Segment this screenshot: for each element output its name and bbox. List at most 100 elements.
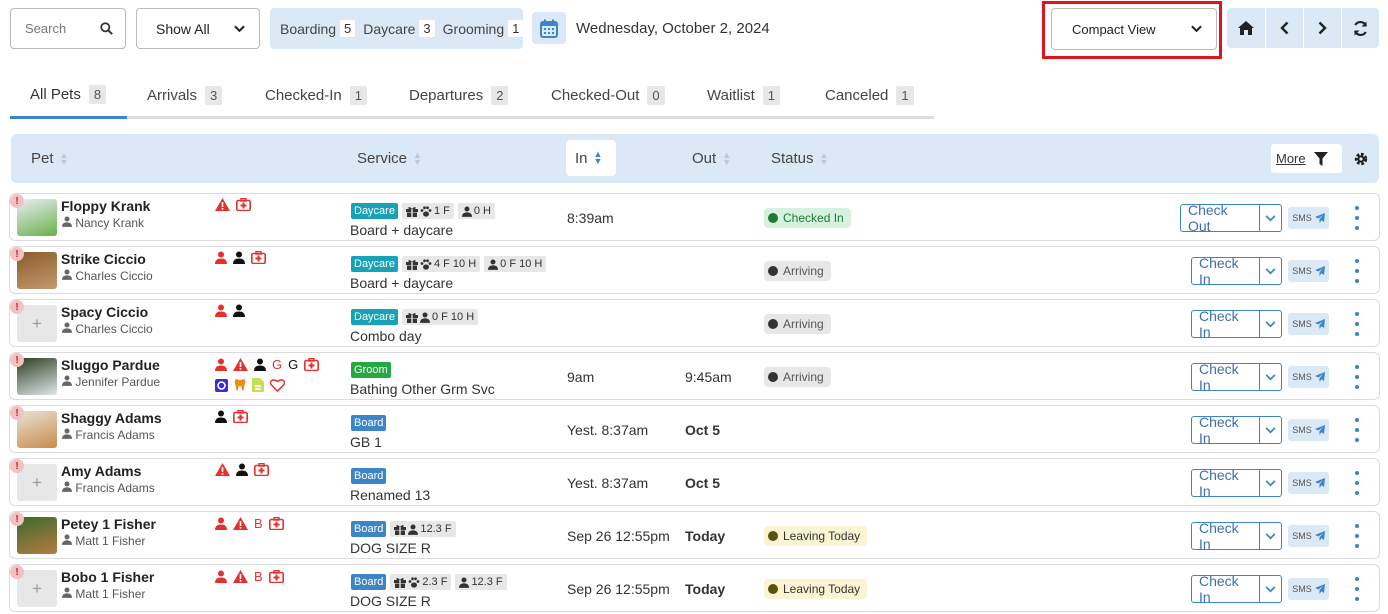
- column-in[interactable]: In ▲ ▼: [566, 140, 616, 176]
- alert-icon[interactable]: !: [10, 565, 24, 579]
- pet-name[interactable]: Petey 1 Fisher: [61, 516, 156, 532]
- table-row: + ! Spacy Ciccio Charles Ciccio Daycare 0…: [9, 299, 1380, 347]
- action-dropdown[interactable]: [1259, 523, 1281, 549]
- alert-icon[interactable]: !: [10, 353, 24, 367]
- sms-button[interactable]: SMS: [1288, 578, 1329, 600]
- alert-icon[interactable]: !: [10, 300, 24, 314]
- column-service[interactable]: Service ▲ ▼: [357, 134, 422, 183]
- more-filter-button[interactable]: More: [1271, 144, 1342, 173]
- check-action-button[interactable]: Check In: [1191, 414, 1282, 446]
- home-button[interactable]: [1227, 8, 1265, 48]
- pet-flags: [215, 304, 245, 317]
- tab-canceled[interactable]: Canceled 1: [825, 72, 914, 119]
- sms-button[interactable]: SMS: [1288, 207, 1329, 229]
- pet-name[interactable]: Strike Ciccio: [61, 251, 146, 267]
- gift-icon: [405, 259, 418, 270]
- pet-name[interactable]: Amy Adams: [61, 463, 141, 479]
- person-icon: [459, 577, 470, 588]
- sms-button[interactable]: SMS: [1288, 525, 1329, 547]
- tab-waitlist[interactable]: Waitlist 1: [707, 72, 781, 119]
- service-name: Renamed 13: [350, 487, 431, 503]
- check-action-button[interactable]: Check In: [1191, 573, 1282, 605]
- row-menu-kebab-icon[interactable]: [1352, 363, 1362, 391]
- owner-name[interactable]: Matt 1 Fisher: [62, 534, 145, 548]
- pet-name[interactable]: Floppy Krank: [61, 198, 150, 214]
- tab-checked-in[interactable]: Checked-In 1: [265, 72, 367, 119]
- check-action-button[interactable]: Check In: [1191, 467, 1282, 499]
- tab-checked-out[interactable]: Checked-Out 0: [551, 72, 665, 119]
- sms-button[interactable]: SMS: [1288, 260, 1329, 282]
- owner-name[interactable]: Matt 1 Fisher: [62, 587, 145, 601]
- show-all-select[interactable]: Show All: [136, 8, 260, 49]
- sms-button[interactable]: SMS: [1288, 313, 1329, 335]
- service-type-badge: Daycare: [351, 203, 398, 219]
- alert-icon[interactable]: !: [10, 194, 24, 208]
- row-menu-kebab-icon[interactable]: [1352, 310, 1362, 338]
- sms-button[interactable]: SMS: [1288, 472, 1329, 494]
- in-time: 9am: [567, 369, 595, 385]
- search-icon[interactable]: [100, 22, 113, 35]
- service-tags: Groom: [351, 362, 391, 378]
- settings-gear-icon[interactable]: [1354, 152, 1368, 166]
- search-input[interactable]: Search: [10, 8, 126, 49]
- chevron-left-icon: [1280, 21, 1289, 35]
- filter-icon: [1313, 151, 1328, 166]
- service-chip: 0 F 10 H: [484, 256, 547, 272]
- paw-icon: [420, 258, 432, 270]
- chevron-down-icon: [1265, 585, 1276, 592]
- action-dropdown[interactable]: [1259, 258, 1281, 284]
- action-dropdown[interactable]: [1259, 470, 1281, 496]
- tab-all-pets[interactable]: All Pets 8: [10, 72, 127, 119]
- owner-name[interactable]: Francis Adams: [62, 428, 155, 442]
- tab-departures[interactable]: Departures 2: [409, 72, 509, 119]
- column-pet[interactable]: Pet ▲ ▼: [31, 134, 68, 183]
- check-action-button[interactable]: Check In: [1191, 308, 1282, 340]
- column-out[interactable]: Out ▲ ▼: [692, 134, 731, 183]
- home-icon: [1238, 21, 1254, 35]
- sms-button[interactable]: SMS: [1288, 419, 1329, 441]
- sms-button[interactable]: SMS: [1288, 366, 1329, 388]
- row-menu-kebab-icon[interactable]: [1352, 575, 1362, 603]
- pet-name[interactable]: Spacy Ciccio: [61, 304, 148, 320]
- tab-label: Departures: [409, 87, 484, 104]
- check-action-button[interactable]: Check In: [1191, 361, 1282, 393]
- row-menu-kebab-icon[interactable]: [1352, 469, 1362, 497]
- alert-icon[interactable]: !: [10, 247, 24, 261]
- row-menu-kebab-icon[interactable]: [1352, 204, 1362, 232]
- check-action-button[interactable]: Check In: [1191, 255, 1282, 287]
- action-dropdown[interactable]: [1259, 311, 1281, 337]
- status-badge: Checked In: [764, 208, 851, 228]
- pet-name[interactable]: Sluggo Pardue: [61, 357, 160, 373]
- tab-arrivals[interactable]: Arrivals 3: [147, 72, 223, 119]
- owner-name[interactable]: Charles Ciccio: [62, 269, 153, 283]
- action-dropdown[interactable]: [1259, 364, 1281, 390]
- owner-name[interactable]: Nancy Krank: [62, 216, 144, 230]
- sms-label: SMS: [1292, 266, 1312, 276]
- alert-icon[interactable]: !: [10, 406, 24, 420]
- alert-icon[interactable]: !: [10, 512, 24, 526]
- action-dropdown[interactable]: [1259, 576, 1281, 602]
- status-badge: Arriving: [764, 367, 831, 387]
- pet-flags: [215, 463, 269, 476]
- check-action-button[interactable]: Check Out: [1180, 202, 1282, 234]
- row-menu-kebab-icon[interactable]: [1352, 416, 1362, 444]
- action-dropdown[interactable]: [1259, 417, 1281, 443]
- owner-name[interactable]: Francis Adams: [62, 481, 155, 495]
- table-row: ! Shaggy Adams Francis Adams Board GB 1 …: [9, 405, 1380, 453]
- owner-name[interactable]: Jennifer Pardue: [62, 375, 160, 389]
- chevron-down-icon: [1265, 320, 1276, 327]
- row-menu-kebab-icon[interactable]: [1352, 257, 1362, 285]
- check-action-button[interactable]: Check In: [1191, 520, 1282, 552]
- gift-icon: [405, 312, 418, 323]
- pet-name[interactable]: Shaggy Adams: [61, 410, 162, 426]
- row-menu-kebab-icon[interactable]: [1352, 522, 1362, 550]
- prev-day-button[interactable]: [1265, 8, 1303, 48]
- action-dropdown[interactable]: [1259, 205, 1281, 231]
- alert-icon[interactable]: !: [10, 459, 24, 473]
- calendar-button[interactable]: [532, 12, 566, 44]
- owner-name[interactable]: Charles Ciccio: [62, 322, 153, 336]
- pet-name[interactable]: Bobo 1 Fisher: [61, 569, 154, 585]
- next-day-button[interactable]: [1303, 8, 1341, 48]
- refresh-button[interactable]: [1341, 8, 1379, 48]
- column-status[interactable]: Status ▲ ▼: [771, 134, 828, 183]
